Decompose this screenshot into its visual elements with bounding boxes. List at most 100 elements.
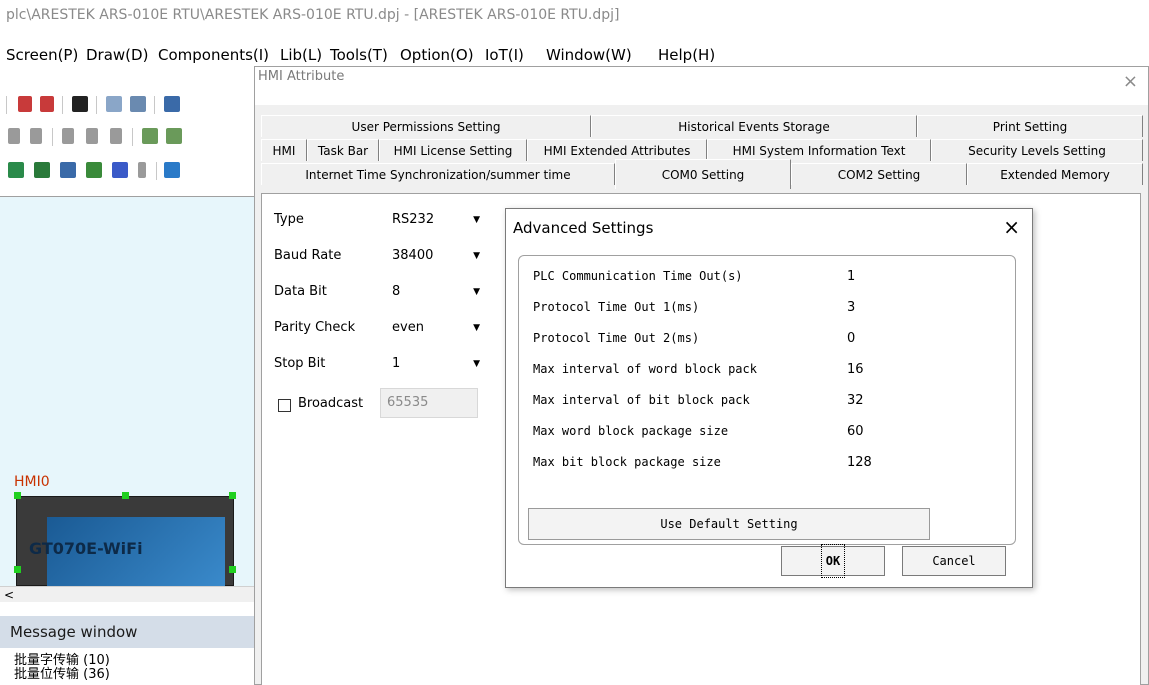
broadcast-label: Broadcast [298, 396, 364, 411]
tab-security-levels[interactable]: Security Levels Setting [931, 139, 1143, 161]
plc-timeout-input[interactable]: 1 [845, 264, 989, 290]
toolbar-separator [154, 96, 155, 114]
dropdown-arrow-icon: ▼ [473, 359, 480, 369]
resize-handle[interactable] [14, 492, 21, 499]
toolbar-separator [6, 96, 7, 114]
close-icon[interactable]: × [1003, 215, 1020, 239]
data-bit-select[interactable]: 8 ▼ [386, 278, 486, 306]
device-label: GT070E-WiFi [29, 539, 143, 558]
bit-block-interval-label: Max interval of bit block pack [533, 393, 750, 407]
protocol-timeout-1-input[interactable]: 3 [845, 295, 989, 321]
layer-icon[interactable] [142, 128, 158, 144]
transfer-icon[interactable] [164, 162, 180, 178]
screen-icon[interactable] [8, 162, 24, 178]
resize-handle[interactable] [229, 492, 236, 499]
dropdown-icon[interactable] [138, 162, 146, 178]
plc-timeout-label: PLC Communication Time Out(s) [533, 269, 743, 283]
word-block-interval-label: Max interval of word block pack [533, 362, 757, 376]
word-block-size-label: Max word block package size [533, 424, 729, 438]
toolbar-separator [132, 128, 133, 146]
tab-row-2: HMI Task Bar HMI License Setting HMI Ext… [261, 139, 1148, 161]
menu-window[interactable]: Window(W) [546, 44, 632, 66]
word-block-size-input[interactable]: 60 [845, 419, 989, 445]
close-icon[interactable]: × [1123, 71, 1138, 92]
tools-icon[interactable] [86, 162, 102, 178]
menu-tools[interactable]: Tools(T) [330, 44, 388, 66]
protocol-timeout-1-label: Protocol Time Out 1(ms) [533, 300, 700, 314]
advanced-settings-dialog: Advanced Settings × PLC Communication Ti… [505, 208, 1033, 588]
find-icon[interactable] [72, 96, 88, 112]
advanced-settings-group: PLC Communication Time Out(s) 1 Protocol… [518, 255, 1016, 545]
menu-bar: Screen(P) Draw(D) Components(I) Lib(L) T… [0, 44, 1149, 66]
tab-hmi-extended[interactable]: HMI Extended Attributes [527, 139, 707, 161]
menu-components[interactable]: Components(I) [158, 44, 269, 66]
hmi-device[interactable]: GT070E-WiFi [16, 496, 234, 587]
grid-icon[interactable] [86, 128, 98, 144]
align-icon[interactable] [30, 128, 42, 144]
resize-handle[interactable] [229, 566, 236, 573]
robot-icon[interactable] [112, 162, 128, 178]
print-icon[interactable] [130, 96, 146, 112]
baud-rate-select[interactable]: 38400 ▼ [386, 242, 486, 270]
ok-button[interactable]: OK [781, 544, 885, 578]
resize-handle[interactable] [122, 492, 129, 499]
undo-icon[interactable] [18, 96, 32, 112]
parity-check-select[interactable]: even ▼ [386, 314, 486, 342]
dropdown-arrow-icon: ▼ [473, 215, 480, 225]
horizontal-scrollbar[interactable]: < [0, 586, 254, 602]
ok-button-label: OK [820, 544, 846, 578]
baud-rate-label: Baud Rate [274, 248, 342, 263]
menu-help[interactable]: Help(H) [658, 44, 715, 66]
redo-icon[interactable] [40, 96, 54, 112]
menu-iot[interactable]: IoT(I) [485, 44, 524, 66]
menu-screen[interactable]: Screen(P) [6, 44, 78, 66]
tab-task-bar[interactable]: Task Bar [307, 139, 379, 161]
bit-block-size-input[interactable]: 128 [845, 450, 989, 476]
tab-print-setting[interactable]: Print Setting [917, 115, 1143, 137]
bit-block-interval-input[interactable]: 32 [845, 388, 989, 414]
hmi-dialog-title: HMI Attribute [258, 69, 345, 84]
scroll-left-arrow[interactable]: < [4, 588, 14, 602]
print-preview-icon[interactable] [106, 96, 122, 112]
word-block-interval-input[interactable]: 16 [845, 357, 989, 383]
toolbar-row-2 [0, 124, 254, 150]
menu-draw[interactable]: Draw(D) [86, 44, 148, 66]
tab-hmi-system-info[interactable]: HMI System Information Text [707, 139, 931, 161]
tab-hmi-license[interactable]: HMI License Setting [379, 139, 527, 161]
bit-block-size-label: Max bit block package size [533, 455, 721, 469]
menu-option[interactable]: Option(O) [400, 44, 474, 66]
cancel-button[interactable]: Cancel [902, 546, 1006, 576]
align-icon[interactable] [8, 128, 20, 144]
tab-user-permissions[interactable]: User Permissions Setting [261, 115, 591, 137]
menu-lib[interactable]: Lib(L) [280, 44, 322, 66]
broadcast-input[interactable]: 65535 [380, 388, 478, 418]
layer-icon[interactable] [166, 128, 182, 144]
message-line: 批量位传输 (36) [14, 667, 110, 682]
type-select[interactable]: RS232 ▼ [386, 206, 486, 234]
hmi-icon[interactable] [60, 162, 76, 178]
tab-com2-setting[interactable]: COM2 Setting [791, 163, 967, 185]
hmi-dialog-titlebar: HMI Attribute [255, 67, 1148, 105]
tab-extended-memory[interactable]: Extended Memory [967, 163, 1143, 185]
tab-internet-time[interactable]: Internet Time Synchronization/summer tim… [261, 163, 615, 185]
use-default-setting-button[interactable]: Use Default Setting [528, 508, 930, 540]
toolbar-row-3 [0, 158, 254, 184]
tab-row-3: Internet Time Synchronization/summer tim… [261, 159, 1148, 189]
image-icon[interactable] [164, 96, 180, 112]
resize-handle[interactable] [14, 566, 21, 573]
grid-icon[interactable] [110, 128, 122, 144]
protocol-timeout-2-input[interactable]: 0 [845, 326, 989, 352]
tab-historical-events[interactable]: Historical Events Storage [591, 115, 917, 137]
parity-check-label: Parity Check [274, 320, 356, 335]
stop-bit-value: 1 [392, 356, 401, 371]
folder-icon[interactable] [34, 162, 50, 178]
toolbar-separator [62, 96, 63, 114]
stop-bit-select[interactable]: 1 ▼ [386, 350, 486, 378]
type-label: Type [274, 212, 304, 227]
toolbar-row-1 [0, 92, 254, 118]
tab-com0-setting[interactable]: COM0 Setting [615, 159, 791, 189]
tab-hmi[interactable]: HMI [261, 139, 307, 161]
grid-icon[interactable] [62, 128, 74, 144]
broadcast-checkbox[interactable] [278, 399, 291, 412]
toolbar-separator [96, 96, 97, 114]
